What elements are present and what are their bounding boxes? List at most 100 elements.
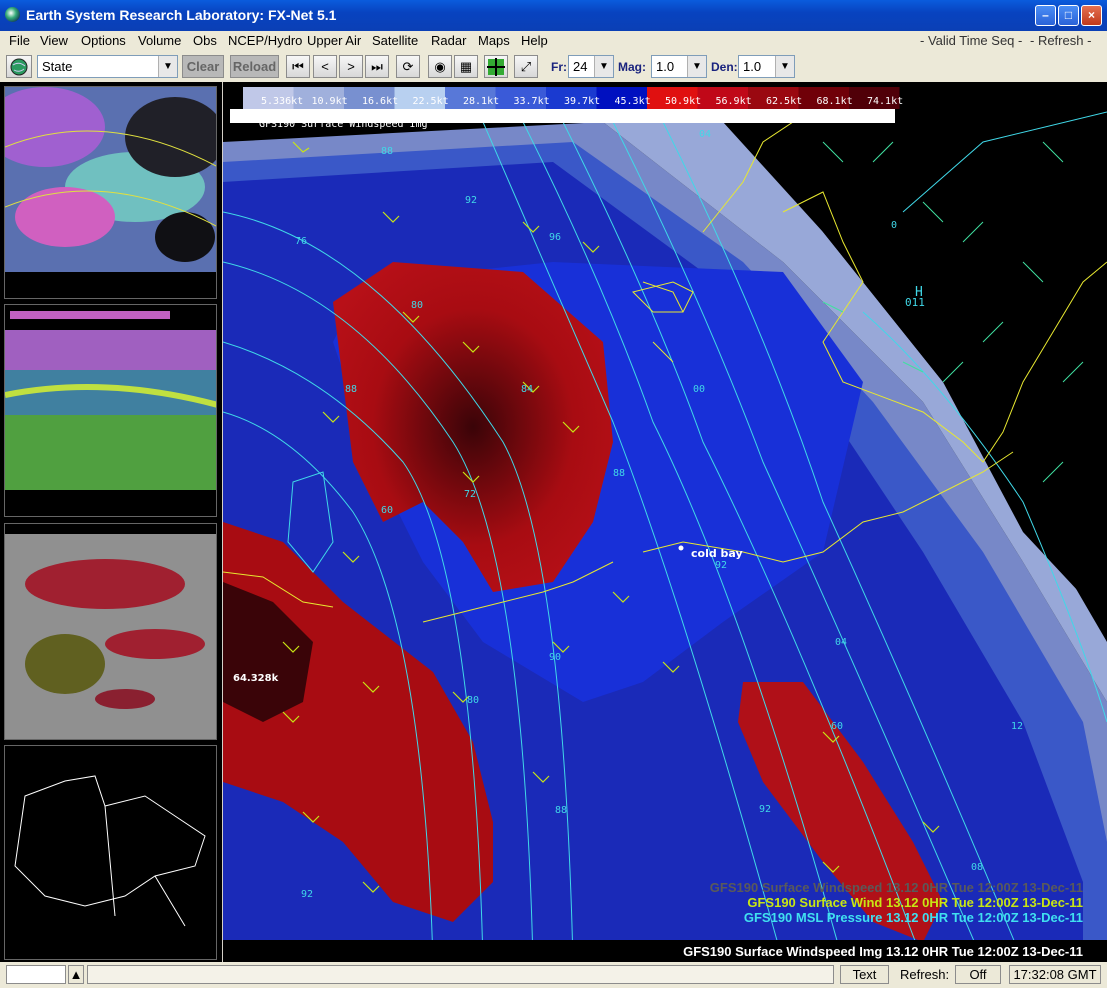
contour-label: 92	[301, 889, 313, 900]
menu-obs[interactable]: Obs	[193, 33, 217, 48]
status-field	[6, 965, 66, 984]
clear-button[interactable]: Clear	[182, 55, 224, 78]
refresh-toggle[interactable]: Off	[955, 965, 1001, 984]
legend-caption: GFS190 Surface Windspeed Img	[259, 119, 428, 130]
den-select[interactable]: 1.0 ▼	[738, 55, 795, 78]
thumbnail-2[interactable]	[4, 304, 217, 517]
mag-label: Mag:	[618, 60, 646, 74]
menu-upper-air[interactable]: Upper Air	[307, 33, 361, 48]
legend-tick: 62.5kt	[766, 96, 802, 107]
text-button[interactable]: Text	[840, 965, 889, 984]
legend-tick: 22.5kt	[413, 96, 449, 107]
mag-select[interactable]: 1.0 ▼	[651, 55, 707, 78]
menu-bar: File View Options Volume Obs NCEP/Hydro …	[0, 31, 1107, 51]
frames-select[interactable]: 24 ▼	[568, 55, 614, 78]
layer-windspeed: GFS190 Surface Windspeed 13.12 0HR Tue 1…	[710, 880, 1083, 895]
refresh-menu[interactable]: - Refresh -	[1030, 33, 1091, 48]
legend-tick: 10.9kt	[312, 96, 348, 107]
status-bar: ▲ Text Refresh: Off 17:32:08 GMT	[0, 962, 1107, 988]
contour-label: 76	[295, 236, 307, 247]
contour-label: 80	[467, 695, 479, 706]
contour-label: 92	[465, 195, 477, 206]
message-field	[87, 965, 834, 984]
refresh-label: Refresh:	[900, 967, 950, 982]
contour-label: 12	[1011, 721, 1023, 732]
region-value: State	[42, 59, 73, 74]
menu-ncep-hydro[interactable]: NCEP/Hydro	[228, 33, 302, 48]
station-label: cold bay	[691, 547, 743, 560]
legend-tick: 16.6kt	[362, 96, 398, 107]
map-canvas[interactable]: H 011 88 92 96 76 80 84 88 00 72 60 88 9…	[223, 82, 1107, 962]
menu-options[interactable]: Options	[81, 33, 126, 48]
menu-view[interactable]: View	[40, 33, 68, 48]
den-label: Den:	[711, 60, 738, 74]
legend-tick: 28.1kt	[463, 96, 499, 107]
high-pressure-value: 011	[905, 296, 925, 309]
contour-label: 60	[381, 505, 393, 516]
contour-label: 88	[555, 805, 567, 816]
contour-label: 04	[835, 637, 847, 648]
camera-icon[interactable]: ◉	[428, 55, 452, 78]
loop-icon[interactable]: ⟳	[396, 55, 420, 78]
legend-tick: 56.9kt	[716, 96, 752, 107]
chevron-down-icon[interactable]: ▼	[687, 56, 706, 77]
scroll-up-icon[interactable]: ▲	[68, 965, 84, 984]
menu-file[interactable]: File	[9, 33, 30, 48]
minimize-button[interactable]: –	[1035, 5, 1056, 26]
window-title: Earth System Research Laboratory: FX-Net…	[26, 7, 337, 23]
chevron-down-icon[interactable]: ▼	[594, 56, 613, 77]
first-frame-icon[interactable]: ⏮	[286, 55, 310, 78]
mag-value: 1.0	[656, 59, 675, 74]
next-frame-icon[interactable]: >	[339, 55, 363, 78]
menu-maps[interactable]: Maps	[478, 33, 510, 48]
contour-label: 96	[549, 232, 561, 243]
region-select[interactable]: State ▼	[37, 55, 178, 78]
value-readout: 64.328k	[233, 673, 279, 684]
legend-tick: 50.9kt	[665, 96, 701, 107]
main-map[interactable]: H 011 88 92 96 76 80 84 88 00 72 60 88 9…	[223, 82, 1107, 962]
thumbnail-3[interactable]	[4, 523, 217, 740]
contour-label: 04	[699, 129, 711, 140]
contour-label: 92	[759, 804, 771, 815]
map-title: GFS190 Surface Windspeed Img 13.12 0HR T…	[683, 944, 1083, 959]
prev-frame-icon[interactable]: <	[313, 55, 337, 78]
reload-button[interactable]: Reload	[230, 55, 279, 78]
menu-satellite[interactable]: Satellite	[372, 33, 418, 48]
last-frame-icon[interactable]: ⏭	[365, 55, 389, 78]
legend-tick: 39.7kt	[564, 96, 600, 107]
maximize-button[interactable]: □	[1058, 5, 1079, 26]
menu-radar[interactable]: Radar	[431, 33, 466, 48]
app-icon	[5, 7, 20, 22]
clock: 17:32:08 GMT	[1009, 965, 1101, 984]
thumbnail-4[interactable]	[4, 745, 217, 960]
legend-tick: 74.1kt	[867, 96, 903, 107]
zoom-icon[interactable]: ⤢	[514, 55, 538, 78]
contour-label: 84	[521, 384, 533, 395]
close-button[interactable]: ×	[1081, 5, 1102, 26]
crosshair-icon[interactable]	[484, 55, 508, 78]
contour-label: 00	[693, 384, 705, 395]
contour-label: 72	[464, 489, 476, 500]
menu-help[interactable]: Help	[521, 33, 548, 48]
contour-label: 0	[891, 220, 897, 231]
legend-tick: 5.336kt	[261, 96, 303, 107]
menu-volume[interactable]: Volume	[138, 33, 181, 48]
contour-label: 92	[715, 560, 727, 571]
thumbnail-panel	[0, 82, 222, 962]
legend-tick: 33.7kt	[514, 96, 550, 107]
contour-label: 60	[831, 721, 843, 732]
layer-pressure: GFS190 MSL Pressure 13.12 0HR Tue 12:00Z…	[744, 910, 1083, 925]
globe-icon[interactable]	[6, 55, 32, 78]
contour-label: 88	[381, 146, 393, 157]
thumbnail-1[interactable]	[4, 86, 217, 299]
station-marker[interactable]	[678, 545, 684, 551]
contour-label: 88	[345, 384, 357, 395]
title-bar: Earth System Research Laboratory: FX-Net…	[0, 0, 1107, 31]
legend-tick: 45.3kt	[615, 96, 651, 107]
chevron-down-icon[interactable]: ▼	[775, 56, 794, 77]
chevron-down-icon[interactable]: ▼	[158, 56, 177, 77]
palette-icon[interactable]: ▦	[454, 55, 478, 78]
contour-label: 90	[549, 652, 561, 663]
layer-list: GFS190 Surface Windspeed 13.12 0HR Tue 1…	[710, 880, 1083, 925]
valid-time-seq-menu[interactable]: - Valid Time Seq -	[920, 33, 1022, 48]
